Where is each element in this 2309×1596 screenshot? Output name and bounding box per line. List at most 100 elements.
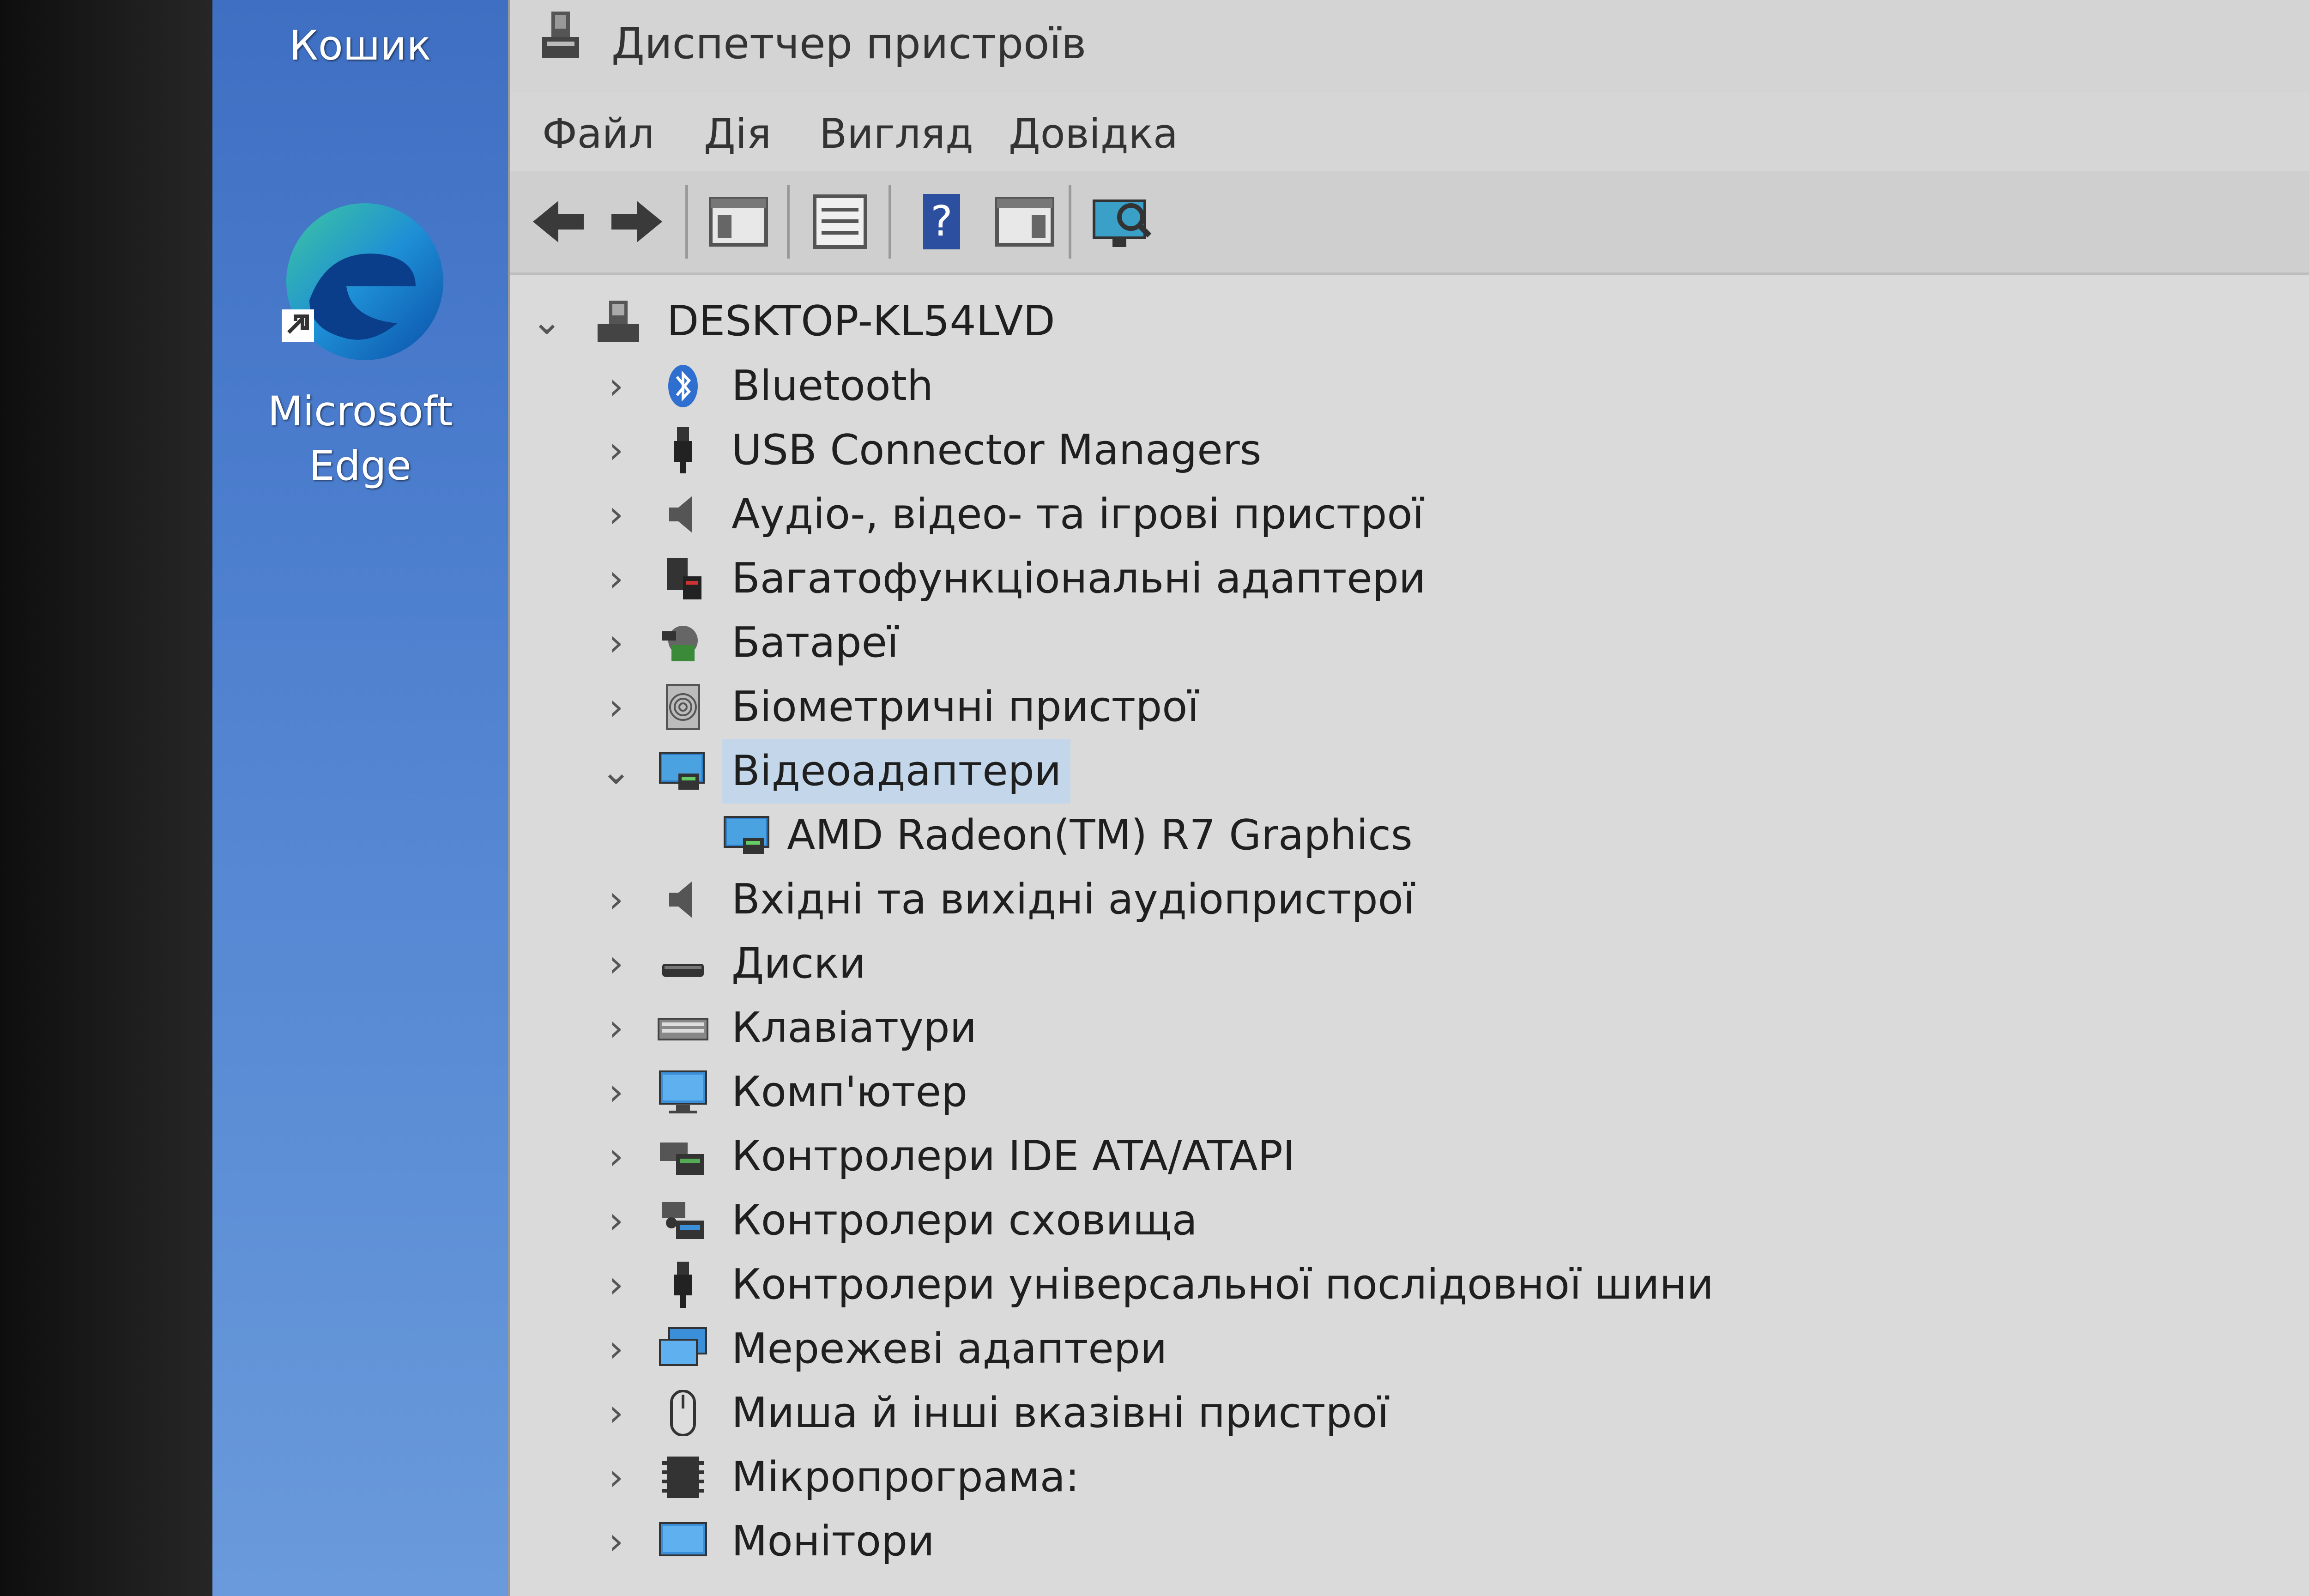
- network-adapter-icon: [658, 1326, 708, 1372]
- multifunction-adapter-icon: [658, 556, 708, 602]
- tree-category[interactable]: › Контролери сховища: [510, 1188, 2309, 1253]
- toolbar-separator: [787, 185, 790, 259]
- monitor-icon: [658, 1518, 708, 1565]
- battery-icon: [658, 620, 708, 666]
- tree-category[interactable]: ⌄ Відеоадаптери: [510, 739, 2309, 804]
- tree-item-label: Біометричні пристрої: [731, 683, 1199, 731]
- toolbar-separator: [1069, 185, 1071, 259]
- tree-item-label: Диски: [731, 939, 866, 988]
- tree-item-label: Bluetooth: [731, 362, 933, 410]
- tree-category[interactable]: › Аудіо-, відео- та ігрові пристрої: [510, 482, 2309, 547]
- monitor-bezel: [0, 0, 212, 1596]
- device-tree: ⌄ DESKTOP-KL54LVD › Bluetooth › USB Connect…: [510, 275, 2309, 1596]
- chevron-right-icon[interactable]: ›: [598, 611, 635, 675]
- recycle-bin-label: Кошик: [289, 22, 431, 69]
- device-manager-window: Диспетчер пристроїв Файл Дія Вигляд Дові…: [508, 0, 2309, 1596]
- scan-hardware-icon[interactable]: [1087, 187, 1156, 256]
- usb-controller-icon: [658, 1262, 708, 1308]
- show-hide-console-tree-icon[interactable]: [704, 187, 773, 256]
- speaker-icon: [658, 877, 708, 923]
- menu-file[interactable]: Файл: [533, 106, 664, 162]
- tree-item-label: Аудіо-, відео- та ігрові пристрої: [731, 490, 1424, 538]
- menu-help[interactable]: Довідка: [999, 106, 1187, 162]
- display-adapter-icon: [658, 748, 708, 794]
- tree-category[interactable]: › Контролери IDE ATA/ATAPI: [510, 1124, 2309, 1189]
- edge-label-line1: Microsoft: [267, 387, 453, 435]
- recycle-bin-shortcut[interactable]: Кошик: [240, 18, 480, 73]
- menu-action[interactable]: Дія: [695, 106, 780, 162]
- title-bar[interactable]: Диспетчер пристроїв: [510, 0, 2309, 92]
- tree-item-label: AMD Radeon(TM) R7 Graphics: [787, 811, 1413, 859]
- action-pane-icon[interactable]: [990, 187, 1059, 256]
- tree-category[interactable]: › Клавіатури: [510, 996, 2309, 1060]
- tree-category[interactable]: › Диски: [510, 931, 2309, 996]
- chevron-right-icon[interactable]: ›: [598, 1445, 635, 1510]
- chevron-right-icon[interactable]: ›: [598, 1509, 635, 1574]
- chevron-right-icon[interactable]: ›: [598, 867, 635, 932]
- toolbar: ?: [510, 171, 2309, 275]
- tree-item-label: Вхідні та вихідні аудіопристрої: [731, 875, 1415, 924]
- properties-icon[interactable]: [805, 187, 875, 256]
- tree-category[interactable]: › Миша й інші вказівні пристрої: [510, 1381, 2309, 1445]
- fingerprint-icon: [658, 684, 708, 730]
- tree-category[interactable]: › Вхідні та вихідні аудіопристрої: [510, 867, 2309, 932]
- tree-category[interactable]: › Мікропрограма:: [510, 1445, 2309, 1510]
- chevron-right-icon[interactable]: ›: [598, 1317, 635, 1381]
- speaker-icon: [658, 491, 708, 538]
- tree-item-label: Миша й інші вказівні пристрої: [731, 1389, 1389, 1437]
- edge-label-line2: Edge: [309, 442, 411, 490]
- mouse-icon: [658, 1390, 708, 1437]
- tree-category[interactable]: › Батареї: [510, 611, 2309, 675]
- storage-controller-icon: [658, 1197, 708, 1244]
- computer-icon: [658, 1069, 708, 1115]
- forward-icon[interactable]: [602, 187, 671, 256]
- menu-view[interactable]: Вигляд: [810, 106, 983, 162]
- tree-category[interactable]: › Монітори: [510, 1509, 2309, 1574]
- chevron-right-icon[interactable]: ›: [598, 546, 635, 611]
- computer-root-icon: [593, 298, 644, 345]
- disk-drive-icon: [658, 941, 708, 987]
- tree-item-label: Відеоадаптери: [722, 739, 1071, 804]
- ide-controller-icon: [658, 1133, 708, 1179]
- tree-item-label: Контролери універсальної послідовної шин…: [731, 1260, 1714, 1309]
- chevron-right-icon[interactable]: ›: [598, 1252, 635, 1317]
- back-icon[interactable]: [524, 187, 593, 256]
- chevron-right-icon[interactable]: ›: [598, 1188, 635, 1253]
- chevron-right-icon[interactable]: ›: [598, 931, 635, 996]
- tree-item-label: Контролери IDE ATA/ATAPI: [731, 1132, 1295, 1180]
- help-icon[interactable]: ?: [907, 187, 976, 256]
- usb-connector-icon: [658, 427, 708, 473]
- bluetooth-icon: [658, 363, 708, 409]
- tree-item-label: Контролери сховища: [731, 1196, 1197, 1245]
- chevron-right-icon[interactable]: ›: [598, 1381, 635, 1445]
- chevron-right-icon[interactable]: ›: [598, 675, 635, 739]
- chevron-right-icon[interactable]: ›: [598, 1124, 635, 1189]
- tree-item-label: Монітори: [731, 1517, 935, 1566]
- tree-child-item[interactable]: AMD Radeon(TM) R7 Graphics: [510, 803, 2309, 868]
- tree-item-label: Комп'ютер: [731, 1068, 968, 1116]
- toolbar-separator: [889, 185, 891, 259]
- chevron-right-icon[interactable]: ›: [598, 482, 635, 547]
- desktop: Кошик Microsoft Edge: [212, 0, 508, 1596]
- tree-category[interactable]: › Bluetooth: [510, 354, 2309, 418]
- svg-text:?: ?: [931, 197, 953, 246]
- tree-category[interactable]: › USB Connector Managers: [510, 418, 2309, 483]
- chevron-right-icon[interactable]: ›: [598, 418, 635, 483]
- chevron-down-icon[interactable]: ⌄: [528, 289, 565, 354]
- firmware-icon: [658, 1454, 708, 1500]
- tree-category[interactable]: › Комп'ютер: [510, 1060, 2309, 1124]
- chevron-right-icon[interactable]: ›: [598, 354, 635, 418]
- tree-category[interactable]: › Мережеві адаптери: [510, 1317, 2309, 1381]
- tree-category[interactable]: › Контролери універсальної послідовної ши…: [510, 1252, 2309, 1317]
- edge-shortcut[interactable]: Microsoft Edge: [240, 194, 480, 493]
- tree-root[interactable]: ⌄ DESKTOP-KL54LVD: [510, 289, 2309, 354]
- computer-name: DESKTOP-KL54LVD: [667, 297, 1055, 345]
- tree-item-label: Мікропрограма:: [731, 1453, 1080, 1501]
- chevron-down-icon[interactable]: ⌄: [598, 739, 635, 804]
- tree-category[interactable]: › Багатофункціональні адаптери: [510, 546, 2309, 611]
- tree-category[interactable]: › Біометричні пристрої: [510, 675, 2309, 739]
- menu-bar: Файл Дія Вигляд Довідка: [510, 92, 2309, 171]
- chevron-right-icon[interactable]: ›: [598, 1060, 635, 1124]
- display-adapter-icon: [722, 812, 773, 858]
- chevron-right-icon[interactable]: ›: [598, 996, 635, 1060]
